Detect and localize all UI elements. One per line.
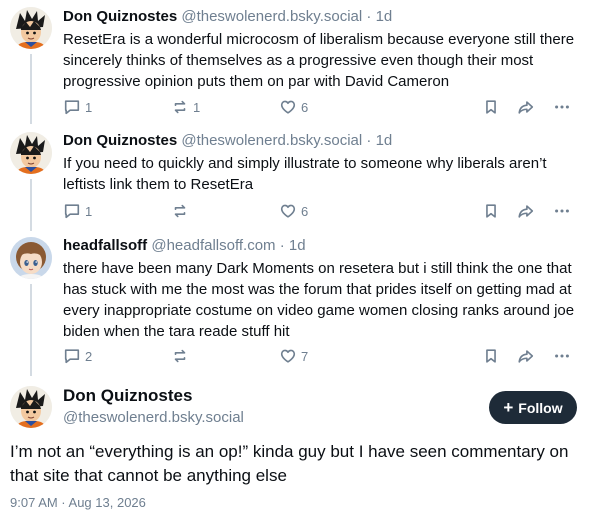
like-count: 7 xyxy=(301,348,309,364)
share-arrow-icon xyxy=(517,98,535,116)
post-text: there have been many Dark Moments on res… xyxy=(63,260,575,340)
heart-icon xyxy=(279,202,297,220)
reply-count: 2 xyxy=(85,348,93,364)
author-handle[interactable]: @theswolenerd.bsky.social xyxy=(63,409,244,426)
bookmark-button[interactable] xyxy=(482,96,500,118)
separator: · xyxy=(279,237,285,254)
reply-button[interactable]: 2 xyxy=(63,345,92,367)
post-actions: 1 6 xyxy=(63,200,583,222)
post-text: ResetEra is a wonderful microcosm of lib… xyxy=(63,31,575,90)
bookmark-icon xyxy=(482,202,500,220)
post-text: If you need to quickly and simply illust… xyxy=(63,155,547,193)
author-name[interactable]: Don Quiznostes xyxy=(63,386,192,406)
reply-button[interactable]: 1 xyxy=(63,96,92,118)
post-header: Don Quiznostes @theswolenerd.bsky.social… xyxy=(63,7,392,27)
repost-count: 1 xyxy=(193,99,201,115)
speech-bubble-icon xyxy=(63,202,81,220)
like-count: 6 xyxy=(301,203,309,219)
post-header: headfallsoff @headfallsoff.com · 1d xyxy=(63,236,306,256)
anime-girl-avatar-icon xyxy=(10,237,52,279)
more-button[interactable] xyxy=(553,200,571,222)
share-button[interactable] xyxy=(517,96,535,118)
author-name[interactable]: headfallsoff xyxy=(63,237,147,254)
post-time[interactable]: 1d xyxy=(376,8,393,25)
avatar[interactable] xyxy=(10,132,52,174)
repost-button[interactable] xyxy=(171,200,193,222)
thread-connector xyxy=(30,284,32,376)
like-button[interactable]: 6 xyxy=(279,96,308,118)
author-handle[interactable]: @theswolenerd.bsky.social xyxy=(181,132,362,149)
more-button[interactable] xyxy=(553,96,571,118)
goku-avatar-icon xyxy=(10,7,52,49)
reply-count: 1 xyxy=(85,99,93,115)
follow-button[interactable]: + Follow xyxy=(489,391,577,424)
bookmark-icon xyxy=(482,347,500,365)
post-actions: 1 1 6 xyxy=(63,96,583,118)
avatar[interactable] xyxy=(10,386,52,428)
goku-avatar-icon xyxy=(10,386,52,428)
repost-arrows-icon xyxy=(171,98,189,116)
share-button[interactable] xyxy=(517,345,535,367)
thread-connector xyxy=(30,179,32,231)
author-handle[interactable]: @theswolenerd.bsky.social xyxy=(181,8,362,25)
post-header: Don Quiznostes @theswolenerd.bsky.social… xyxy=(63,131,392,151)
speech-bubble-icon xyxy=(63,347,81,365)
more-dots-icon xyxy=(553,202,571,220)
post-time[interactable]: 1d xyxy=(289,237,306,254)
post-actions: 2 7 xyxy=(63,345,583,367)
share-button[interactable] xyxy=(517,200,535,222)
avatar[interactable] xyxy=(10,237,52,279)
like-button[interactable]: 7 xyxy=(279,345,308,367)
author-handle[interactable]: @headfallsoff.com xyxy=(151,237,275,254)
bookmark-icon xyxy=(482,98,500,116)
follow-label: Follow xyxy=(518,399,563,416)
more-dots-icon xyxy=(553,347,571,365)
repost-arrows-icon xyxy=(171,347,189,365)
goku-avatar-icon xyxy=(10,132,52,174)
post-timestamp[interactable]: 9:07 AM · Aug 13, 2026 xyxy=(10,495,146,510)
heart-icon xyxy=(279,98,297,116)
like-count: 6 xyxy=(301,99,309,115)
speech-bubble-icon xyxy=(63,98,81,116)
author-name[interactable]: Don Quiznostes xyxy=(63,132,177,149)
repost-button[interactable]: 1 xyxy=(171,96,200,118)
share-arrow-icon xyxy=(517,202,535,220)
separator: · xyxy=(366,8,372,25)
more-button[interactable] xyxy=(553,345,571,367)
like-button[interactable]: 6 xyxy=(279,200,308,222)
bookmark-button[interactable] xyxy=(482,345,500,367)
thread-connector xyxy=(30,54,32,124)
share-arrow-icon xyxy=(517,347,535,365)
author-name[interactable]: Don Quiznostes xyxy=(63,8,177,25)
reply-button[interactable]: 1 xyxy=(63,200,92,222)
avatar[interactable] xyxy=(10,7,52,49)
bookmark-button[interactable] xyxy=(482,200,500,222)
plus-icon: + xyxy=(503,398,514,417)
repost-button[interactable] xyxy=(171,345,193,367)
separator: · xyxy=(366,132,372,149)
more-dots-icon xyxy=(553,98,571,116)
post-text: I’m not an “everything is an op!” kinda … xyxy=(10,442,569,485)
reply-count: 1 xyxy=(85,203,93,219)
heart-icon xyxy=(279,347,297,365)
post-time[interactable]: 1d xyxy=(376,132,393,149)
repost-arrows-icon xyxy=(171,202,189,220)
